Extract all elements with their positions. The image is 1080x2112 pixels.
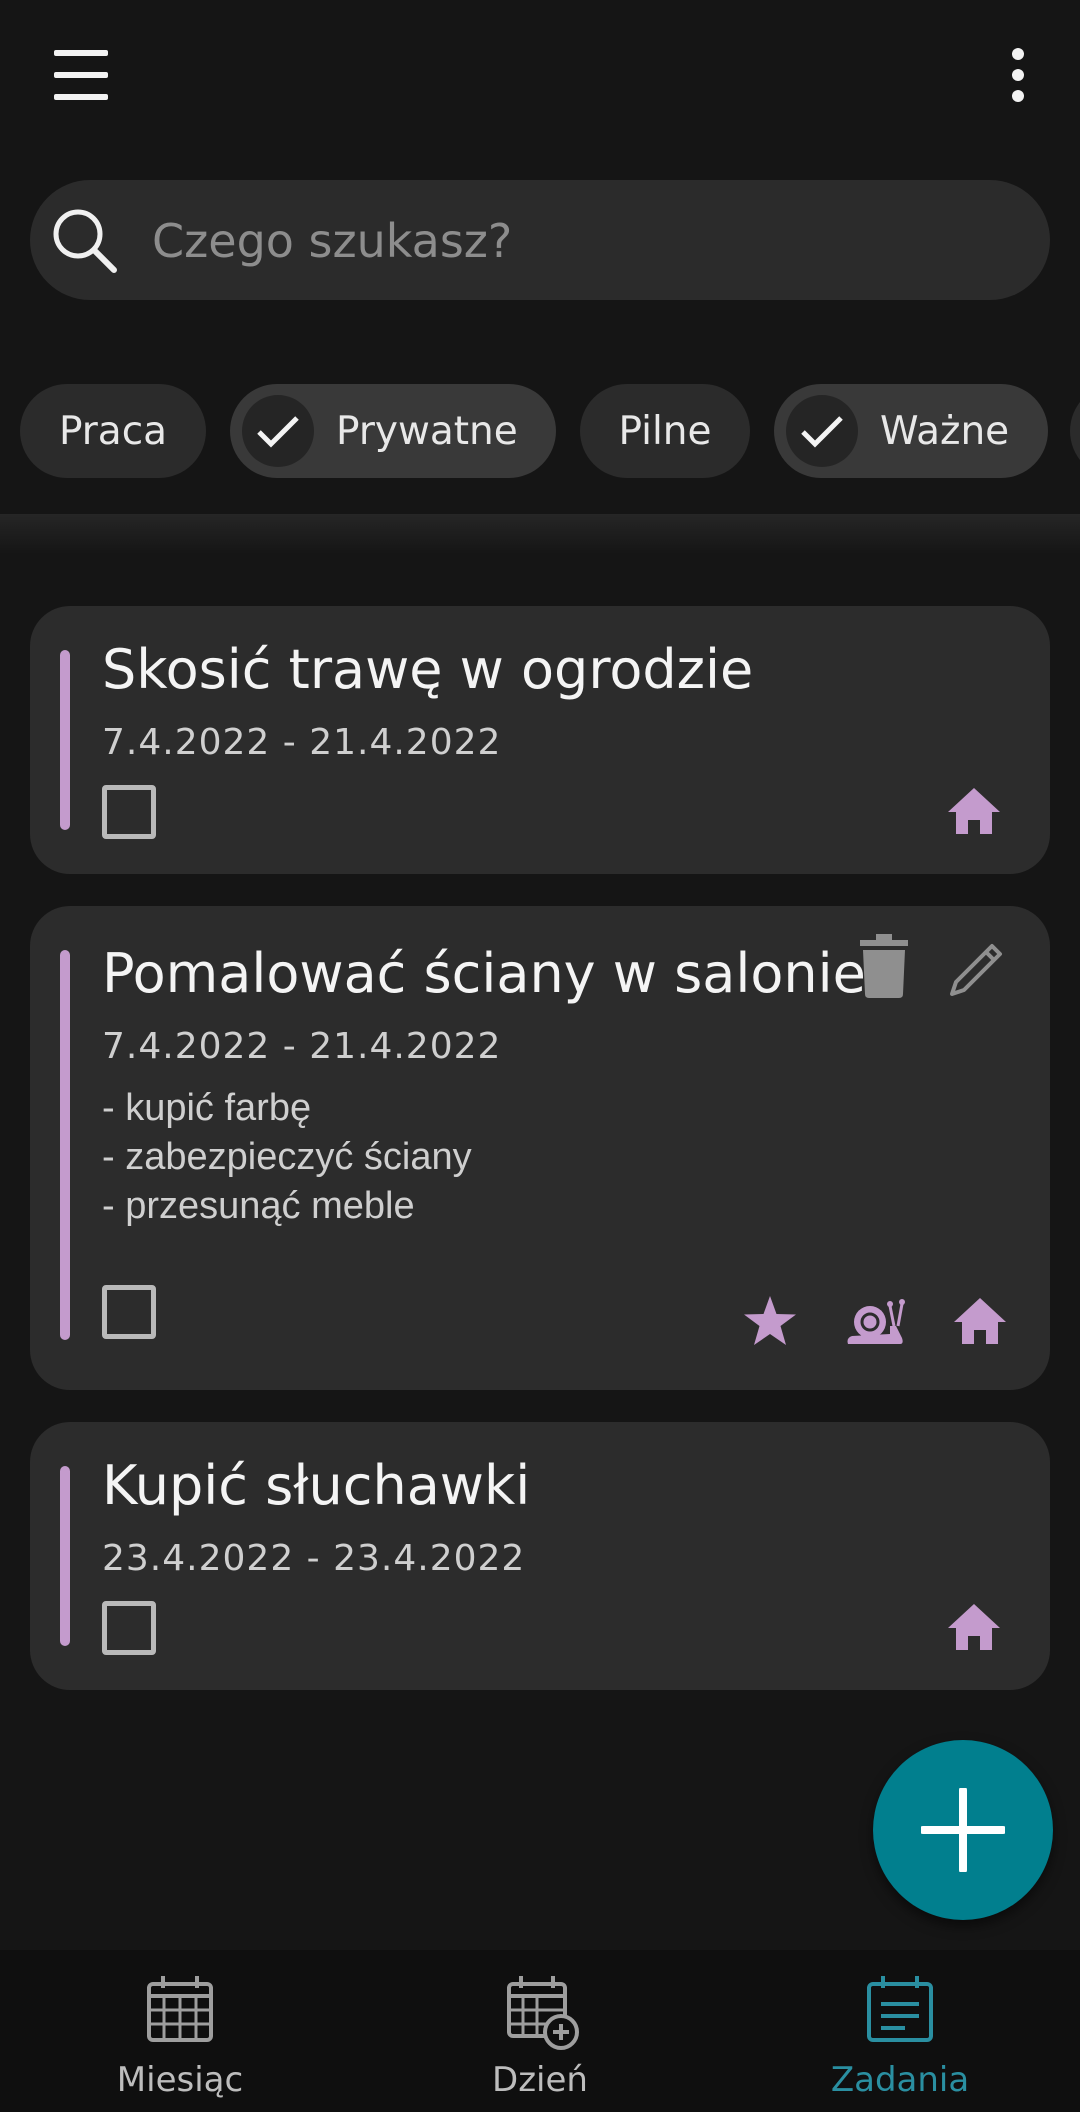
filter-chips: Praca Prywatne Pilne Ważne — [0, 384, 1080, 480]
check-icon — [242, 395, 314, 467]
nav-day[interactable]: Dzień — [360, 1950, 720, 2112]
calendar-day-icon — [507, 1976, 579, 2050]
task-checkbox[interactable] — [102, 1601, 156, 1655]
bottom-navigation: Miesiąc Dzień Zadania — [0, 1950, 1080, 2112]
edit-icon[interactable] — [948, 936, 1010, 998]
nav-label: Dzień — [492, 2060, 588, 2100]
nav-label: Zadania — [830, 2060, 970, 2100]
star-icon — [744, 1296, 796, 1345]
task-accent-bar — [60, 650, 70, 830]
task-accent-bar — [60, 950, 70, 1340]
task-dates: 23.4.2022 - 23.4.2022 — [102, 1538, 526, 1579]
home-icon — [948, 1604, 1000, 1650]
home-icon — [948, 788, 1000, 834]
home-icon — [954, 1298, 1006, 1344]
task-note-line: - zabezpieczyć ściany — [102, 1136, 472, 1178]
chip-wazne[interactable]: Ważne — [774, 384, 1048, 478]
more-vert-icon[interactable] — [1010, 48, 1026, 102]
delete-icon[interactable] — [858, 934, 910, 998]
task-accent-bar — [60, 1466, 70, 1646]
task-card[interactable]: Skosić trawę w ogrodzie 7.4.2022 - 21.4.… — [30, 606, 1050, 874]
task-title: Skosić trawę w ogrodzie — [102, 638, 754, 701]
chip-more[interactable] — [1070, 384, 1080, 478]
search-icon — [53, 209, 117, 273]
tasks-icon — [867, 1976, 933, 2042]
task-checkbox[interactable] — [102, 785, 156, 839]
task-dates: 7.4.2022 - 21.4.2022 — [102, 722, 502, 763]
chip-label: Pilne — [618, 408, 712, 454]
task-notes: - kupić farbę - zabezpieczyć ściany - pr… — [102, 1084, 472, 1231]
chip-pilne[interactable]: Pilne — [580, 384, 750, 478]
app-screen: Praca Prywatne Pilne Ważne Skosić trawę … — [0, 0, 1080, 2112]
task-note-line: - kupić farbę — [102, 1087, 312, 1129]
add-icon — [921, 1788, 1005, 1872]
nav-label: Miesiąc — [116, 2060, 244, 2100]
nav-month[interactable]: Miesiąc — [0, 1950, 360, 2112]
snail-icon — [847, 1299, 905, 1344]
calendar-month-icon — [147, 1976, 213, 2042]
task-dates: 7.4.2022 - 21.4.2022 — [102, 1026, 502, 1067]
divider — [0, 514, 1080, 554]
chip-praca[interactable]: Praca — [20, 384, 206, 478]
chip-label: Prywatne — [336, 408, 518, 454]
chip-label: Ważne — [880, 408, 1010, 454]
nav-tasks[interactable]: Zadania — [720, 1950, 1080, 2112]
task-card[interactable]: Kupić słuchawki 23.4.2022 - 23.4.2022 — [30, 1422, 1050, 1690]
task-title: Pomalować ściany w salonie — [102, 942, 866, 1005]
search-input[interactable] — [150, 204, 1014, 278]
menu-icon[interactable] — [54, 50, 108, 100]
task-card[interactable]: Pomalować ściany w salonie 7.4.2022 - 21… — [30, 906, 1050, 1390]
chip-prywatne[interactable]: Prywatne — [230, 384, 556, 478]
check-icon — [786, 395, 858, 467]
chip-label: Praca — [58, 408, 168, 454]
task-title: Kupić słuchawki — [102, 1454, 531, 1517]
add-task-button[interactable] — [873, 1740, 1053, 1920]
search-bar[interactable] — [30, 180, 1050, 300]
task-note-line: - przesunąć meble — [102, 1185, 415, 1227]
task-checkbox[interactable] — [102, 1285, 156, 1339]
